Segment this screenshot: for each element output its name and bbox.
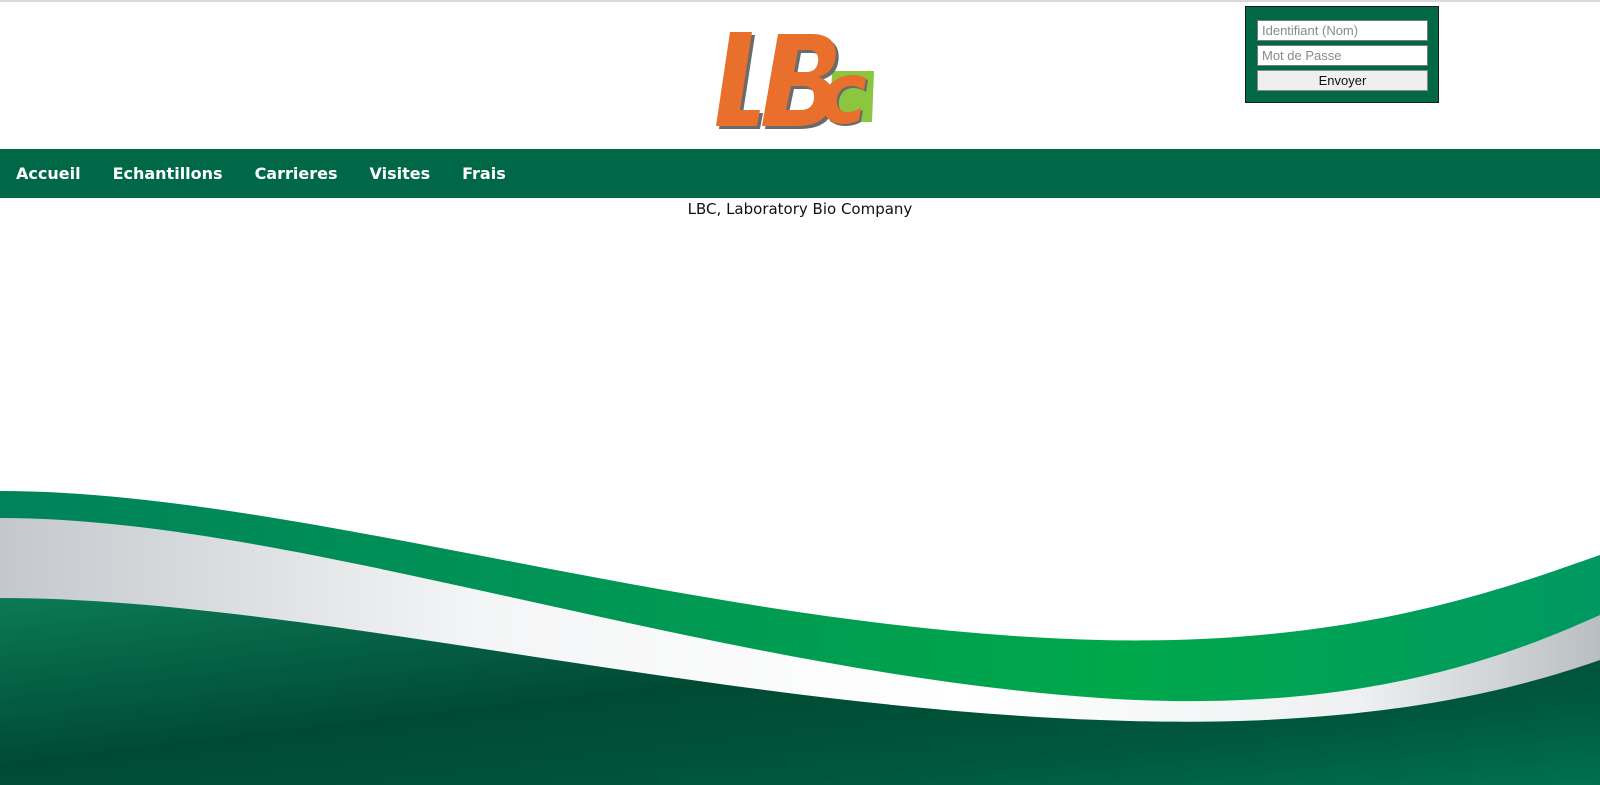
nav-item-accueil[interactable]: Accueil <box>16 149 81 198</box>
username-input[interactable] <box>1257 20 1428 41</box>
submit-button[interactable]: Envoyer <box>1257 70 1428 91</box>
nav-item-echantillons[interactable]: Echantillons <box>113 149 223 198</box>
nav-item-frais[interactable]: Frais <box>462 149 506 198</box>
nav-item-visites[interactable]: Visites <box>369 149 430 198</box>
page-tagline: LBC, Laboratory Bio Company <box>687 200 913 218</box>
lbc-logo <box>716 32 874 129</box>
nav-item-carrieres[interactable]: Carrieres <box>255 149 338 198</box>
header: Envoyer <box>0 2 1600 149</box>
decorative-wave <box>0 491 1600 785</box>
login-form: Envoyer <box>1245 6 1439 103</box>
page: Envoyer Accueil Echantillons Carrieres V… <box>0 0 1600 785</box>
password-input[interactable] <box>1257 45 1428 66</box>
main-nav: Accueil Echantillons Carrieres Visites F… <box>0 149 1600 198</box>
